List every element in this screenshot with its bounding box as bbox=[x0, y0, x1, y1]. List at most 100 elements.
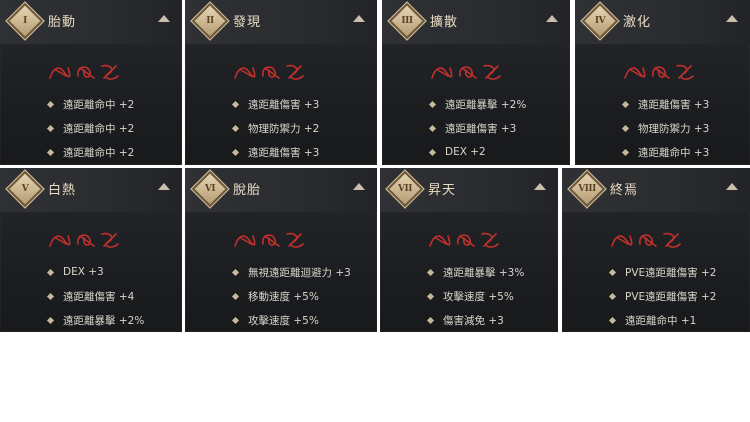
stage-header[interactable]: VI 脫胎 bbox=[185, 168, 377, 212]
red-glyph-seal-icon bbox=[234, 232, 304, 248]
numeral-badge-icon: III bbox=[388, 2, 426, 40]
stat-row: 遠距離傷害 +3 bbox=[231, 140, 320, 164]
stat-row: PVE遠距離傷害 +2 bbox=[608, 260, 717, 284]
red-glyph-seal-icon bbox=[49, 64, 119, 80]
numeral-badge-icon: VII bbox=[386, 170, 424, 208]
stat-text: 遠距離傷害 +4 bbox=[63, 290, 135, 303]
stat-row: 攻擊速度 +5% bbox=[426, 284, 524, 308]
caret-up-icon[interactable] bbox=[546, 15, 558, 22]
stage-numeral: VII bbox=[398, 184, 412, 194]
stat-text: 遠距離傷害 +3 bbox=[248, 98, 320, 111]
stat-list: DEX +3 遠距離傷害 +4 遠距離暴擊 +2% bbox=[46, 260, 145, 332]
diamond-bullet-icon bbox=[46, 100, 55, 108]
stat-text: 攻擊速度 +5% bbox=[248, 314, 319, 327]
stat-text: 遠距離暴擊 +3% bbox=[443, 266, 525, 279]
diamond-bullet-icon bbox=[621, 124, 630, 132]
stage-title: 激化 bbox=[623, 15, 652, 30]
diamond-bullet-icon bbox=[608, 316, 617, 324]
stat-list: 無視遠距離迴避力 +3 移動速度 +5% 攻擊速度 +5% bbox=[231, 260, 351, 332]
caret-up-icon[interactable] bbox=[158, 183, 170, 190]
stat-list: 遠距離傷害 +3 物理防禦力 +2 遠距離傷害 +3 bbox=[231, 92, 320, 164]
stat-text: 遠距離傷害 +3 bbox=[445, 122, 517, 135]
stage-header[interactable]: III 擴散 bbox=[382, 0, 570, 44]
diamond-bullet-icon bbox=[46, 124, 55, 132]
stat-row: 遠距離暴擊 +2% bbox=[46, 308, 145, 332]
stat-text: 物理防禦力 +2 bbox=[248, 122, 320, 135]
stat-row: 移動速度 +5% bbox=[231, 284, 351, 308]
caret-up-icon[interactable] bbox=[534, 183, 546, 190]
stage-panel: II 發現 遠距離傷害 +3 物理防禦力 +2 遠距離傷害 +3 bbox=[185, 0, 377, 165]
diamond-bullet-icon bbox=[608, 292, 617, 300]
stat-row: 遠距離命中 +3 bbox=[621, 140, 709, 164]
stage-panel: I 胎動 遠距離命中 +2 遠距離命中 +2 遠距離命中 +2 bbox=[0, 0, 182, 165]
stage-header[interactable]: IV 激化 bbox=[575, 0, 750, 44]
stat-list: 遠距離暴擊 +2% 遠距離傷害 +3 DEX +2 bbox=[428, 92, 527, 164]
caret-up-icon[interactable] bbox=[726, 15, 738, 22]
diamond-bullet-icon bbox=[46, 316, 55, 324]
stat-row: 遠距離傷害 +3 bbox=[621, 92, 709, 116]
red-glyph-seal-icon bbox=[49, 232, 119, 248]
stat-row: DEX +2 bbox=[428, 140, 526, 164]
red-glyph-seal-icon bbox=[234, 64, 304, 80]
numeral-badge-icon: VIII bbox=[568, 170, 606, 208]
stat-text: PVE遠距離傷害 +2 bbox=[625, 266, 717, 279]
stat-list: 遠距離命中 +2 遠距離命中 +2 遠距離命中 +2 bbox=[46, 92, 135, 164]
stage-title: 胎動 bbox=[48, 15, 77, 30]
diamond-bullet-icon bbox=[428, 100, 437, 108]
stat-text: 遠距離命中 +1 bbox=[625, 314, 697, 327]
stage-title: 白熱 bbox=[48, 183, 77, 198]
stat-text: 移動速度 +5% bbox=[248, 290, 319, 303]
stat-row: 無視遠距離迴避力 +3 bbox=[231, 260, 351, 284]
stat-row: 攻擊速度 +5% bbox=[231, 308, 351, 332]
stage-title: 脫胎 bbox=[233, 183, 262, 198]
stat-row: 遠距離命中 +1 bbox=[608, 308, 716, 332]
stage-numeral: I bbox=[23, 16, 27, 26]
stat-row: 遠距離傷害 +3 bbox=[231, 92, 320, 116]
diamond-bullet-icon bbox=[621, 100, 630, 108]
diamond-bullet-icon bbox=[426, 292, 435, 300]
stat-text: 遠距離暴擊 +2% bbox=[63, 314, 145, 327]
stat-row: 物理防禦力 +2 bbox=[231, 116, 320, 140]
stage-panel: VIII 終焉 PVE遠距離傷害 +2 PVE遠距離傷害 +2 遠距離命中 +1 bbox=[562, 168, 750, 332]
stage-numeral: III bbox=[401, 16, 413, 26]
stage-title: 昇天 bbox=[428, 183, 457, 198]
stat-text: 遠距離暴擊 +2% bbox=[445, 98, 527, 111]
numeral-badge-icon: IV bbox=[581, 2, 619, 40]
stage-header[interactable]: VIII 終焉 bbox=[562, 168, 750, 212]
diamond-bullet-icon bbox=[426, 316, 435, 324]
caret-up-icon[interactable] bbox=[158, 15, 170, 22]
stat-text: 傷害減免 +3 bbox=[443, 314, 504, 327]
stage-title: 發現 bbox=[233, 15, 262, 30]
stat-row: 遠距離命中 +2 bbox=[46, 116, 135, 140]
stage-header[interactable]: I 胎動 bbox=[0, 0, 182, 44]
diamond-bullet-icon bbox=[426, 268, 435, 276]
stat-list: PVE遠距離傷害 +2 PVE遠距離傷害 +2 遠距離命中 +1 bbox=[608, 260, 717, 332]
stage-header[interactable]: VII 昇天 bbox=[380, 168, 558, 212]
stage-numeral: V bbox=[21, 184, 29, 194]
stage-panel: VI 脫胎 無視遠距離迴避力 +3 移動速度 +5% 攻擊速度 +5% bbox=[185, 168, 377, 332]
caret-up-icon[interactable] bbox=[353, 183, 365, 190]
diamond-bullet-icon bbox=[46, 148, 55, 156]
diamond-bullet-icon bbox=[46, 292, 55, 300]
stat-row: 遠距離傷害 +4 bbox=[46, 284, 144, 308]
diamond-bullet-icon bbox=[428, 124, 437, 132]
stage-panel: IV 激化 遠距離傷害 +3 物理防禦力 +3 遠距離命中 +3 bbox=[575, 0, 750, 165]
stat-row: 遠距離暴擊 +2% bbox=[428, 92, 527, 116]
stage-header[interactable]: II 發現 bbox=[185, 0, 377, 44]
numeral-badge-icon: VI bbox=[191, 170, 229, 208]
caret-up-icon[interactable] bbox=[353, 15, 365, 22]
stat-text: 無視遠距離迴避力 +3 bbox=[248, 266, 351, 279]
red-glyph-seal-icon bbox=[429, 232, 499, 248]
stage-header[interactable]: V 白熱 bbox=[0, 168, 182, 212]
stat-row: 遠距離傷害 +3 bbox=[428, 116, 526, 140]
stat-row: 傷害減免 +3 bbox=[426, 308, 524, 332]
caret-up-icon[interactable] bbox=[726, 183, 738, 190]
stage-numeral: IV bbox=[594, 16, 606, 26]
red-glyph-seal-icon bbox=[624, 64, 694, 80]
stat-text: 遠距離命中 +2 bbox=[63, 122, 135, 135]
stat-row: DEX +3 bbox=[46, 260, 144, 284]
stage-numeral: II bbox=[206, 16, 214, 26]
stage-title: 終焉 bbox=[610, 183, 639, 198]
stat-text: 物理防禦力 +3 bbox=[638, 122, 710, 135]
stat-text: 遠距離傷害 +3 bbox=[248, 146, 320, 159]
